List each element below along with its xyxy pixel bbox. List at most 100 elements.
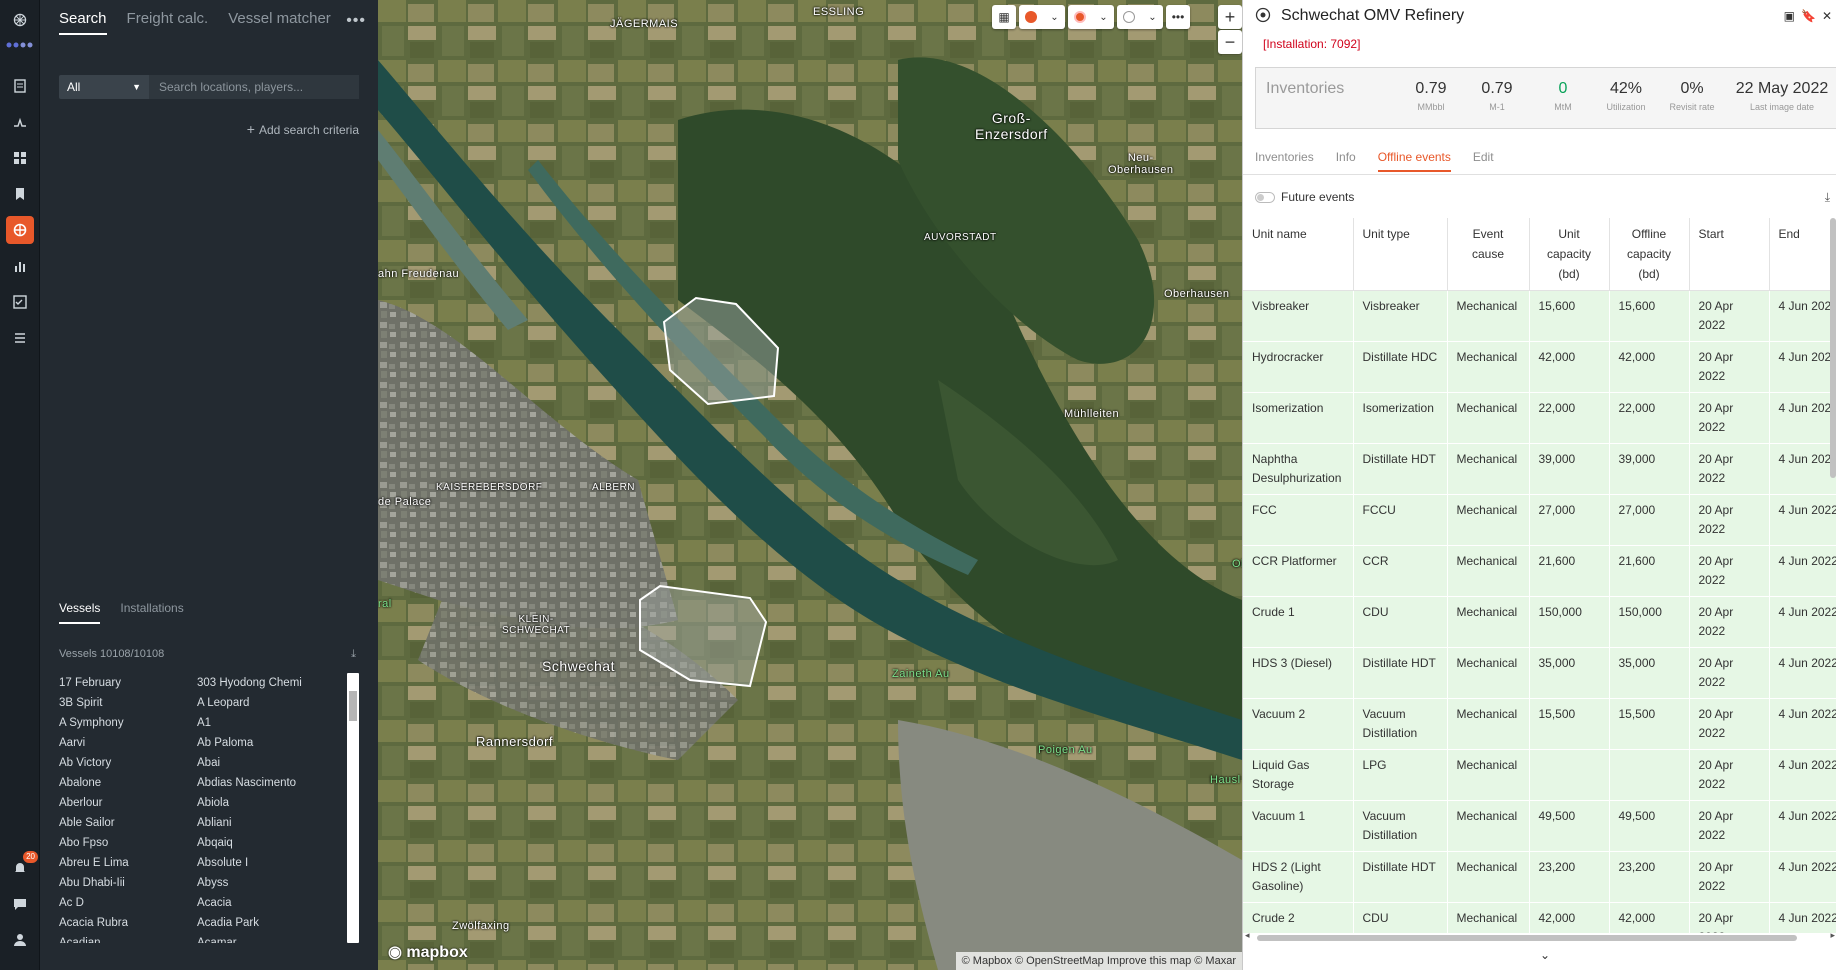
vessel-name[interactable]: Ac D [59, 897, 197, 909]
tab-info[interactable]: Info [1336, 150, 1356, 172]
vessel-name[interactable]: A Symphony [59, 717, 197, 729]
add-search-criteria-button[interactable]: + Add search criteria [247, 121, 359, 137]
tab-inventories[interactable]: Inventories [1255, 150, 1314, 172]
header-end[interactable]: End [1769, 218, 1836, 291]
tab-vessels[interactable]: Vessels [59, 601, 101, 624]
vessel-name[interactable]: Acacia [197, 897, 335, 909]
vessel-name[interactable]: Abai [197, 757, 335, 769]
layer-toggle-refineries[interactable]: ⌄ [1019, 5, 1065, 29]
scroll-left-icon[interactable]: ◂ [1245, 930, 1250, 941]
bar-chart-icon[interactable] [6, 252, 34, 280]
vessel-name[interactable]: A1 [197, 717, 335, 729]
vessel-name[interactable]: Absolute I [197, 857, 335, 869]
bookmark-icon[interactable]: 🔖 [1801, 9, 1816, 23]
layout-toggle-icon[interactable]: ▣ [1784, 9, 1795, 23]
bookmark-icon[interactable] [6, 180, 34, 208]
table-row[interactable]: Hydrocracker Distillate HDC Mechanical 42,0… [1243, 341, 1836, 393]
download-icon[interactable]: ⤓ [1825, 190, 1830, 205]
table-row[interactable]: Vacuum 2 Vacuum Distillation Mechanical 15,… [1243, 698, 1836, 750]
header-unit-name[interactable]: Unit name [1243, 218, 1354, 291]
vessel-name[interactable]: Abalone [59, 777, 197, 789]
table-row[interactable]: CCR Platformer CCR Mechanical 21,600 21,600 2… [1243, 545, 1836, 597]
vessel-list-scroll-thumb[interactable] [349, 691, 357, 721]
vessel-name[interactable]: Acacia Rubra [59, 917, 197, 929]
expand-chevron-down-icon[interactable]: ⌄ [1540, 948, 1550, 962]
table-horizontal-scrollbar[interactable]: ◂ ▸ [1243, 930, 1836, 943]
download-icon[interactable]: ⤓ [351, 648, 356, 661]
header-start[interactable]: Start [1689, 218, 1770, 291]
tab-vessel-matcher[interactable]: Vessel matcher [228, 10, 331, 35]
scroll-right-icon[interactable]: ▸ [1830, 930, 1835, 941]
vessel-name[interactable]: Abyss [197, 877, 335, 889]
dashboard-icon[interactable] [6, 144, 34, 172]
vessel-name[interactable]: Able Sailor [59, 817, 197, 829]
tab-freight-calc[interactable]: Freight calc. [127, 10, 209, 35]
mapbox-logo[interactable]: ◉ mapbox [388, 942, 468, 962]
vessel-name[interactable]: Abliani [197, 817, 335, 829]
header-unit-capacity[interactable]: Unit capacity (bd) [1529, 218, 1610, 291]
more-map-options-icon[interactable]: ••• [1166, 5, 1190, 29]
vessel-name[interactable]: Ab Victory [59, 757, 197, 769]
vessel-name[interactable]: Ab Paloma [197, 737, 335, 749]
stat-value: 0.79 [1481, 80, 1513, 97]
layer-toggle-other[interactable]: ⌄ [1117, 5, 1163, 29]
refinery-icon[interactable] [6, 216, 34, 244]
document-icon[interactable] [6, 72, 34, 100]
vessel-name[interactable]: Aberlour [59, 797, 197, 809]
vessel-name[interactable]: Abiola [197, 797, 335, 809]
vessel-name[interactable]: 17 February [59, 677, 197, 689]
layers-grid-icon[interactable]: ▦ [992, 5, 1016, 29]
cell-unit-name: Liquid Gas Storage [1243, 749, 1354, 801]
header-unit-type[interactable]: Unit type [1353, 218, 1448, 291]
layer-toggle-installations[interactable]: ⌄ [1068, 5, 1114, 29]
table-row[interactable]: Vacuum 1 Vacuum Distillation Mechanical 49,… [1243, 800, 1836, 852]
app-logo-icon[interactable] [6, 6, 34, 34]
header-event-cause[interactable]: Event cause [1447, 218, 1530, 291]
zoom-out-button[interactable]: − [1218, 30, 1242, 54]
more-options-icon[interactable]: ••• [346, 12, 366, 30]
list-icon[interactable] [6, 324, 34, 352]
zoom-in-button[interactable]: + [1218, 5, 1242, 29]
table-row[interactable]: HDS 2 (Light Gasoline) Distillate HDT Mech… [1243, 851, 1836, 903]
tab-installations[interactable]: Installations [120, 601, 183, 624]
vessel-name[interactable]: Aarvi [59, 737, 197, 749]
table-horizontal-scroll-thumb[interactable] [1257, 935, 1797, 941]
notifications-bell-icon[interactable]: 20 [6, 851, 38, 882]
vessel-name[interactable]: A Leopard [197, 697, 335, 709]
tab-search[interactable]: Search [59, 10, 107, 35]
table-row[interactable]: Isomerization Isomerization Mechanical 22,0… [1243, 392, 1836, 444]
vessel-name[interactable]: Acadian [59, 937, 197, 943]
table-row[interactable]: Visbreaker Visbreaker Mechanical 15,600 15,6… [1243, 290, 1836, 342]
table-row[interactable]: Crude 2CDUMechanical42,00042,00020 Apr 2… [1243, 902, 1836, 934]
vessel-name[interactable]: 3B Spirit [59, 697, 197, 709]
table-row[interactable]: Liquid Gas Storage LPG Mechanical 20 Apr 20… [1243, 749, 1836, 801]
tab-edit[interactable]: Edit [1473, 150, 1494, 172]
future-events-toggle[interactable] [1255, 191, 1275, 203]
vessel-name[interactable]: Abo Fpso [59, 837, 197, 849]
vessel-name[interactable]: Abu Dhabi-Iii [59, 877, 197, 889]
scope-select[interactable]: All ▼ [59, 75, 149, 99]
checklist-icon[interactable] [6, 288, 34, 316]
table-row[interactable]: HDS 3 (Diesel) Distillate HDT Mechanical 35… [1243, 647, 1836, 699]
vessel-name[interactable]: Acadia Park [197, 917, 335, 929]
vessel-name[interactable]: 303 Hyodong Chemi [197, 677, 335, 689]
close-icon[interactable]: ✕ [1822, 9, 1832, 23]
header-offline-capacity[interactable]: Offline capacity (bd) [1609, 218, 1690, 291]
table-row[interactable]: FCC FCCU Mechanical 27,000 27,000 20 Apr 2022… [1243, 494, 1836, 546]
satellite-map[interactable]: JÄGERMAIS ESSLING Groß- Enzersdorf Neu- … [378, 0, 1242, 970]
vessel-list-scrollbar[interactable] [347, 673, 359, 943]
map-attribution[interactable]: © Mapbox © OpenStreetMap Improve this ma… [955, 952, 1242, 970]
table-row[interactable]: Naphtha Desulphurization Distillate HDT Me… [1243, 443, 1836, 495]
vessel-name[interactable]: Abreu E Lima [59, 857, 197, 869]
vessel-name[interactable]: Abdias Nascimento [197, 777, 335, 789]
locate-target-icon[interactable] [1255, 7, 1271, 23]
tab-offline-events[interactable]: Offline events [1377, 150, 1451, 172]
chat-icon[interactable] [6, 890, 34, 918]
search-input[interactable] [149, 75, 359, 99]
user-icon[interactable] [6, 926, 34, 954]
table-vertical-scrollbar[interactable] [1830, 218, 1836, 478]
vessel-name[interactable]: Abqaiq [197, 837, 335, 849]
flow-icon[interactable] [6, 108, 34, 136]
table-row[interactable]: Crude 1 CDU Mechanical 150,000 150,000 20 Apr… [1243, 596, 1836, 648]
vessel-name[interactable]: Acamar [197, 937, 335, 943]
